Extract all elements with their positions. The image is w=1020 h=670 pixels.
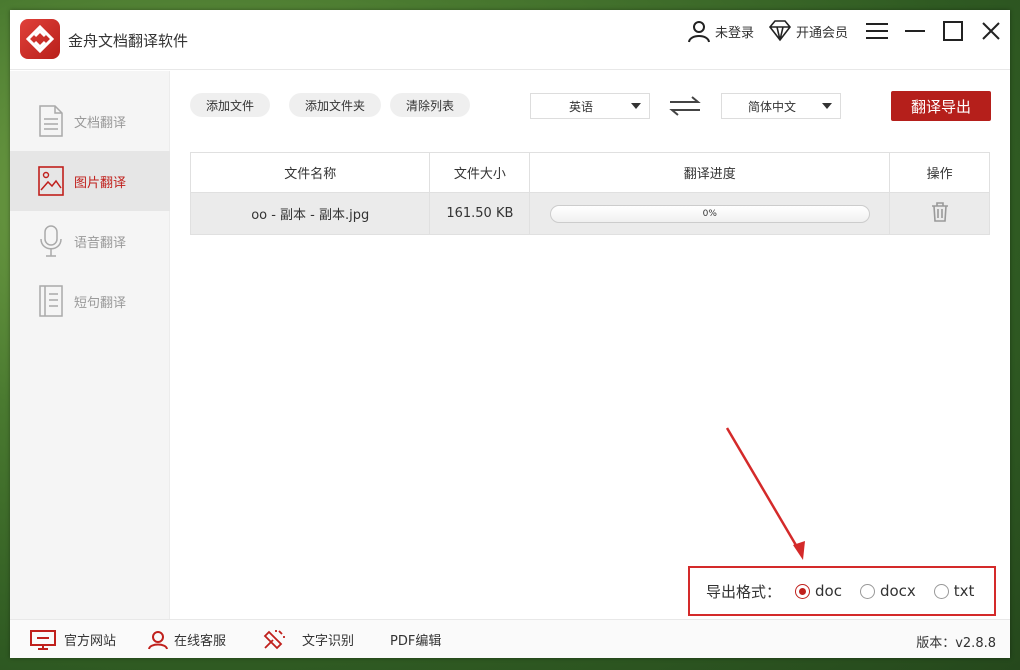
- add-file-button[interactable]: 添加文件: [190, 93, 271, 117]
- diamond-icon: [768, 20, 792, 42]
- official-website-link[interactable]: 官方网站: [30, 620, 116, 659]
- title-bar: 金舟文档翻译软件 未登录 开通会员: [10, 10, 1010, 70]
- vip-label: 开通会员: [795, 25, 848, 41]
- source-language-select[interactable]: 英语: [530, 93, 650, 119]
- login-button[interactable]: 未登录: [687, 19, 754, 43]
- swap-icon: [669, 96, 701, 116]
- clear-list-button[interactable]: 清除列表: [390, 93, 471, 117]
- support-agent-icon: [148, 630, 168, 649]
- user-icon: [687, 21, 710, 43]
- progress-cell: 0%: [529, 192, 891, 235]
- progress-bar: 0%: [549, 204, 870, 223]
- pdf-edit-label: PDF编辑: [390, 634, 442, 649]
- format-option-docx[interactable]: docx: [859, 582, 916, 600]
- swap-languages-button[interactable]: [668, 96, 702, 120]
- column-header-name: 文件名称: [189, 152, 431, 193]
- microphone-icon: [40, 225, 62, 257]
- sidebar: 文档翻译 图片翻译 语音翻译 短句翻译: [10, 71, 170, 619]
- sidebar-item-voice-translate[interactable]: 语音翻译: [10, 211, 170, 271]
- official-website-label: 官方网站: [64, 634, 117, 649]
- add-folder-button[interactable]: 添加文件夹: [289, 93, 382, 117]
- sidebar-item-label: 图片翻译: [74, 175, 127, 191]
- ocr-link[interactable]: 文字识别: [262, 620, 354, 659]
- app-logo-icon: [20, 19, 60, 59]
- file-size: 161.50 KB: [429, 192, 531, 235]
- export-format-label: 导出格式：: [706, 582, 782, 601]
- format-option-doc[interactable]: doc: [795, 582, 842, 600]
- monitor-icon: [30, 629, 56, 650]
- notes-icon: [39, 285, 63, 317]
- online-support-link[interactable]: 在线客服: [148, 620, 226, 659]
- minimize-icon: [905, 30, 925, 32]
- chevron-down-icon: [822, 103, 832, 109]
- sidebar-item-label: 短句翻译: [74, 295, 127, 311]
- format-option-txt[interactable]: txt: [933, 582, 975, 600]
- action-cell: [889, 192, 990, 235]
- scan-text-icon: [263, 629, 285, 649]
- vip-button[interactable]: 开通会员: [768, 20, 848, 42]
- online-support-label: 在线客服: [174, 634, 227, 649]
- minimize-button[interactable]: [896, 10, 934, 52]
- delete-button[interactable]: [931, 201, 949, 226]
- column-header-size: 文件大小: [429, 152, 531, 193]
- sidebar-item-sentence-translate[interactable]: 短句翻译: [10, 271, 170, 331]
- footer-bar: 官方网站 在线客服 文字识别 PDF编辑 版本：v2.8.8: [10, 619, 1010, 658]
- sidebar-item-document-translate[interactable]: 文档翻译: [10, 91, 170, 151]
- source-language-value: 英语: [568, 99, 593, 114]
- chevron-down-icon: [631, 103, 641, 109]
- trash-icon: [931, 201, 948, 222]
- target-language-select[interactable]: 简体中文: [721, 93, 841, 119]
- hamburger-icon: [866, 23, 888, 39]
- app-title: 金舟文档翻译软件: [68, 32, 189, 50]
- app-window: 金舟文档翻译软件 未登录 开通会员 文档翻译 图片翻译 语音翻译 短句翻译 添加…: [10, 10, 1010, 658]
- column-header-action: 操作: [889, 152, 990, 193]
- translate-export-button[interactable]: 翻译导出: [891, 91, 991, 121]
- format-option-label: docx: [879, 582, 916, 600]
- version-label: 版本：v2.8.8: [916, 636, 996, 651]
- column-header-progress: 翻译进度: [529, 152, 891, 193]
- progress-text: 0%: [702, 208, 717, 219]
- login-label: 未登录: [714, 25, 754, 41]
- format-option-label: txt: [953, 582, 975, 600]
- radio-unchecked-icon: [933, 583, 949, 599]
- table-row[interactable]: oo - 副本 - 副本.jpg 161.50 KB 0%: [189, 192, 990, 235]
- file-name: oo - 副本 - 副本.jpg: [189, 192, 431, 235]
- maximize-icon: [943, 21, 963, 41]
- close-button[interactable]: [972, 10, 1010, 52]
- format-option-label: doc: [815, 582, 842, 600]
- sidebar-item-image-translate[interactable]: 图片翻译: [10, 151, 170, 211]
- menu-button[interactable]: [858, 10, 896, 52]
- sidebar-item-label: 语音翻译: [74, 235, 127, 251]
- file-table: 文件名称 文件大小 翻译进度 操作 oo - 副本 - 副本.jpg 161.5…: [189, 152, 990, 235]
- close-icon: [982, 22, 1000, 40]
- radio-unchecked-icon: [859, 583, 875, 599]
- target-language-value: 简体中文: [747, 99, 796, 114]
- ocr-label: 文字识别: [302, 634, 355, 649]
- sidebar-item-label: 文档翻译: [74, 115, 127, 131]
- document-icon: [39, 105, 63, 137]
- export-format-panel: 导出格式： doc docx txt: [688, 566, 996, 616]
- maximize-button[interactable]: [934, 10, 972, 52]
- image-icon: [38, 166, 64, 196]
- radio-checked-icon: [795, 583, 811, 599]
- pdf-edit-link[interactable]: PDF编辑: [390, 620, 441, 659]
